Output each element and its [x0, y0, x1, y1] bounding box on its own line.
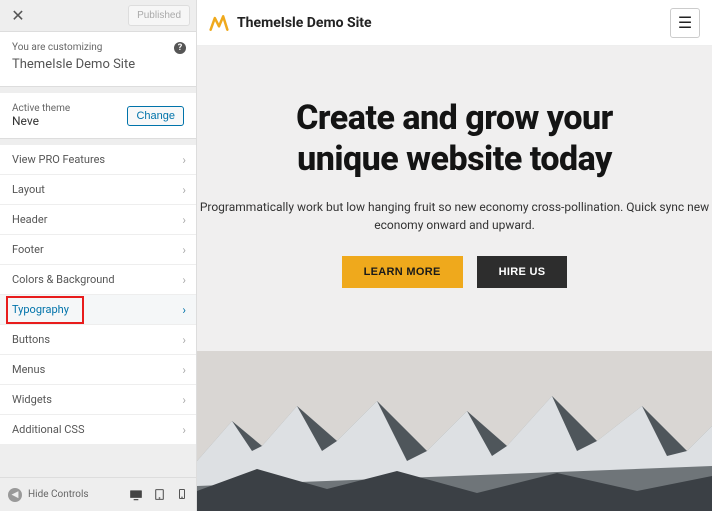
sidebar-item-view-pro-features[interactable]: View PRO Features ›	[0, 145, 196, 175]
sidebar-item-label: Typography	[12, 303, 69, 316]
site-header: ThemeIsle Demo Site ☰	[197, 0, 712, 46]
chevron-right-icon: ›	[182, 153, 186, 167]
tablet-icon[interactable]	[153, 488, 166, 502]
theme-info: Active theme Neve	[12, 103, 70, 128]
customizer-menu-list: View PRO Features›Layout›Header›Footer›C…	[0, 145, 196, 445]
chevron-right-icon: ›	[182, 423, 186, 437]
site-logo-icon	[209, 13, 229, 33]
mobile-menu-button[interactable]: ☰	[670, 8, 700, 38]
chevron-right-icon: ›	[182, 243, 186, 257]
hide-controls-label: Hide Controls	[28, 489, 89, 500]
site-preview: ThemeIsle Demo Site ☰ Create and grow yo…	[197, 0, 712, 511]
customizing-site-title: ThemeIsle Demo Site	[12, 57, 184, 72]
active-theme-label: Active theme	[12, 103, 70, 114]
active-theme-name: Neve	[12, 114, 70, 128]
sidebar-item-label: Additional CSS	[12, 423, 85, 436]
help-icon[interactable]: ?	[174, 42, 186, 54]
hire-us-button[interactable]: HIRE US	[477, 256, 568, 288]
publish-button[interactable]: Published	[128, 5, 190, 26]
chevron-right-icon: ›	[182, 183, 186, 197]
sidebar-item-label: Colors & Background	[12, 273, 115, 286]
sidebar-item-label: Menus	[12, 363, 45, 376]
chevron-right-icon: ›	[182, 393, 186, 407]
change-theme-button[interactable]: Change	[127, 106, 184, 126]
sidebar-item-footer[interactable]: Footer ›	[0, 235, 196, 265]
sidebar-item-layout[interactable]: Layout ›	[0, 175, 196, 205]
sidebar-item-header[interactable]: Header ›	[0, 205, 196, 235]
hero-sub-line2: economy onward and upward.	[374, 218, 535, 232]
chevron-right-icon: ›	[182, 213, 186, 227]
sidebar-item-label: Widgets	[12, 393, 52, 406]
sidebar-topbar: ✕ Published	[0, 0, 196, 32]
sidebar-item-menus[interactable]: Menus ›	[0, 355, 196, 385]
desktop-icon[interactable]	[129, 488, 143, 502]
hero-buttons: LEARN MORE HIRE US	[342, 256, 568, 288]
hero-title-line2: unique website today	[297, 139, 612, 179]
site-brand-title: ThemeIsle Demo Site	[237, 15, 372, 31]
collapse-icon: ◀	[8, 488, 22, 502]
chevron-right-icon: ›	[182, 273, 186, 287]
device-preview-switcher	[129, 488, 188, 502]
hero-subtitle: Programmatically work but low hanging fr…	[200, 198, 709, 234]
hero-title: Create and grow your unique website toda…	[296, 98, 613, 180]
customizing-label: You are customizing	[12, 42, 184, 53]
sidebar-item-label: Buttons	[12, 333, 50, 346]
hero-sub-line1: Programmatically work but low hanging fr…	[200, 200, 709, 214]
hero-section: Create and grow your unique website toda…	[197, 46, 712, 511]
hide-controls-button[interactable]: ◀ Hide Controls	[8, 488, 89, 502]
mobile-icon[interactable]	[176, 488, 188, 502]
chevron-right-icon: ›	[182, 333, 186, 347]
active-theme-panel: Active theme Neve Change	[0, 93, 196, 139]
sidebar-item-label: View PRO Features	[12, 153, 105, 166]
sidebar-item-widgets[interactable]: Widgets ›	[0, 385, 196, 415]
sidebar-item-buttons[interactable]: Buttons ›	[0, 325, 196, 355]
chevron-right-icon: ›	[182, 363, 186, 377]
sidebar-item-label: Footer	[12, 243, 44, 256]
learn-more-button[interactable]: LEARN MORE	[342, 256, 463, 288]
customizing-panel: You are customizing ThemeIsle Demo Site …	[0, 32, 196, 87]
sidebar-item-typography[interactable]: Typography ›	[0, 295, 196, 325]
chevron-right-icon: ›	[182, 303, 186, 317]
customizer-sidebar: ✕ Published You are customizing ThemeIsl…	[0, 0, 197, 511]
sidebar-item-additional-css[interactable]: Additional CSS ›	[0, 415, 196, 445]
hero-background-image	[197, 351, 712, 511]
hero-title-line1: Create and grow your	[296, 98, 613, 138]
sidebar-item-label: Layout	[12, 183, 45, 196]
close-button[interactable]: ✕	[0, 0, 36, 32]
sidebar-item-label: Header	[12, 213, 47, 226]
close-icon: ✕	[11, 6, 24, 25]
hamburger-icon: ☰	[678, 13, 692, 32]
sidebar-item-colors-background[interactable]: Colors & Background ›	[0, 265, 196, 295]
sidebar-footer: ◀ Hide Controls	[0, 477, 196, 511]
